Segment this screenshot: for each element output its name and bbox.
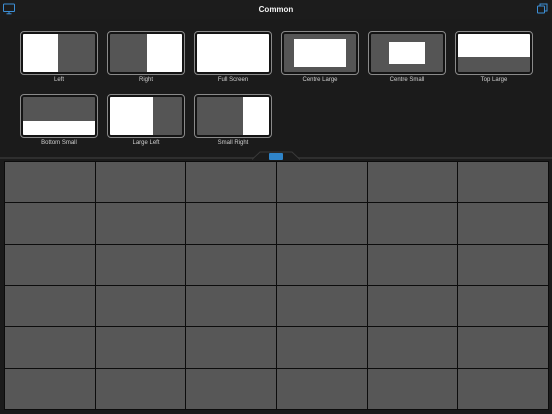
grid-cell[interactable] [276, 368, 367, 409]
grid-cell[interactable] [186, 327, 276, 368]
preset-label: Full Screen [217, 77, 249, 83]
grid-cell[interactable] [186, 244, 276, 285]
preset-label: Bottom Small [41, 140, 77, 146]
preset-right[interactable]: Right [107, 31, 185, 85]
preset-thumbnail [20, 31, 98, 75]
grid-cell[interactable] [5, 244, 95, 285]
grid-cell[interactable] [5, 327, 95, 368]
preset-left[interactable]: Left [20, 31, 98, 85]
grid-cell[interactable] [276, 162, 367, 203]
preset-large-left[interactable]: Large Left [107, 94, 185, 148]
grid-cell[interactable] [367, 203, 458, 244]
grid-cell[interactable] [5, 162, 95, 203]
preset-bottom-small[interactable]: Bottom Small [20, 94, 98, 148]
grid-cell[interactable] [95, 162, 186, 203]
preset-label: Right [138, 77, 153, 83]
preset-label: Left [53, 77, 64, 83]
grid-cell[interactable] [95, 368, 186, 409]
preset-label: Top Large [480, 77, 508, 83]
window-stack-icon[interactable] [537, 3, 548, 14]
grid-cell[interactable] [367, 162, 458, 203]
grid-cell[interactable] [458, 368, 548, 409]
grid-cell[interactable] [276, 327, 367, 368]
grid-cell[interactable] [458, 327, 548, 368]
top-bar: Common [0, 0, 552, 19]
grid-cell[interactable] [95, 203, 186, 244]
grid-cell[interactable] [367, 285, 458, 327]
preset-label: Centre Small [389, 77, 425, 83]
grid-cell[interactable] [367, 368, 458, 409]
grid-cell[interactable] [5, 203, 95, 244]
preset-thumbnail [368, 31, 446, 75]
preset-label: Large Left [132, 140, 160, 146]
grid-cell[interactable] [186, 162, 276, 203]
grid-cell[interactable] [367, 244, 458, 285]
grid-cell[interactable] [5, 285, 95, 327]
preset-centre-large[interactable]: Centre Large [281, 31, 359, 85]
grid-cell[interactable] [5, 368, 95, 409]
grid-cell[interactable] [458, 244, 548, 285]
preset-centre-small[interactable]: Centre Small [368, 31, 446, 85]
grid-cell[interactable] [276, 244, 367, 285]
preset-thumbnail [107, 31, 185, 75]
drag-handle[interactable] [269, 153, 283, 160]
grid-cell[interactable] [186, 203, 276, 244]
preset-thumbnail [281, 31, 359, 75]
grid-cell[interactable] [458, 162, 548, 203]
grid-cell[interactable] [276, 203, 367, 244]
preset-thumbnail [194, 94, 272, 138]
grid-cell[interactable] [95, 327, 186, 368]
preset-label: Small Right [217, 140, 249, 146]
preset-small-right[interactable]: Small Right [194, 94, 272, 148]
page-title: Common [258, 5, 294, 14]
preset-thumbnail [20, 94, 98, 138]
grid-cell[interactable] [458, 203, 548, 244]
grid-cell[interactable] [186, 285, 276, 327]
preset-top-large[interactable]: Top Large [455, 31, 533, 85]
grid-cell[interactable] [367, 327, 458, 368]
grid-cell[interactable] [458, 285, 548, 327]
preset-thumbnail [194, 31, 272, 75]
preset-thumbnail [107, 94, 185, 138]
grid-cell[interactable] [276, 285, 367, 327]
preset-thumbnail [455, 31, 533, 75]
grid-cell[interactable] [95, 285, 186, 327]
preset-label: Centre Large [302, 77, 338, 83]
grid-cell[interactable] [186, 368, 276, 409]
grid-cell[interactable] [95, 244, 186, 285]
layout-grid[interactable] [4, 161, 549, 410]
preset-full-screen[interactable]: Full Screen [194, 31, 272, 85]
